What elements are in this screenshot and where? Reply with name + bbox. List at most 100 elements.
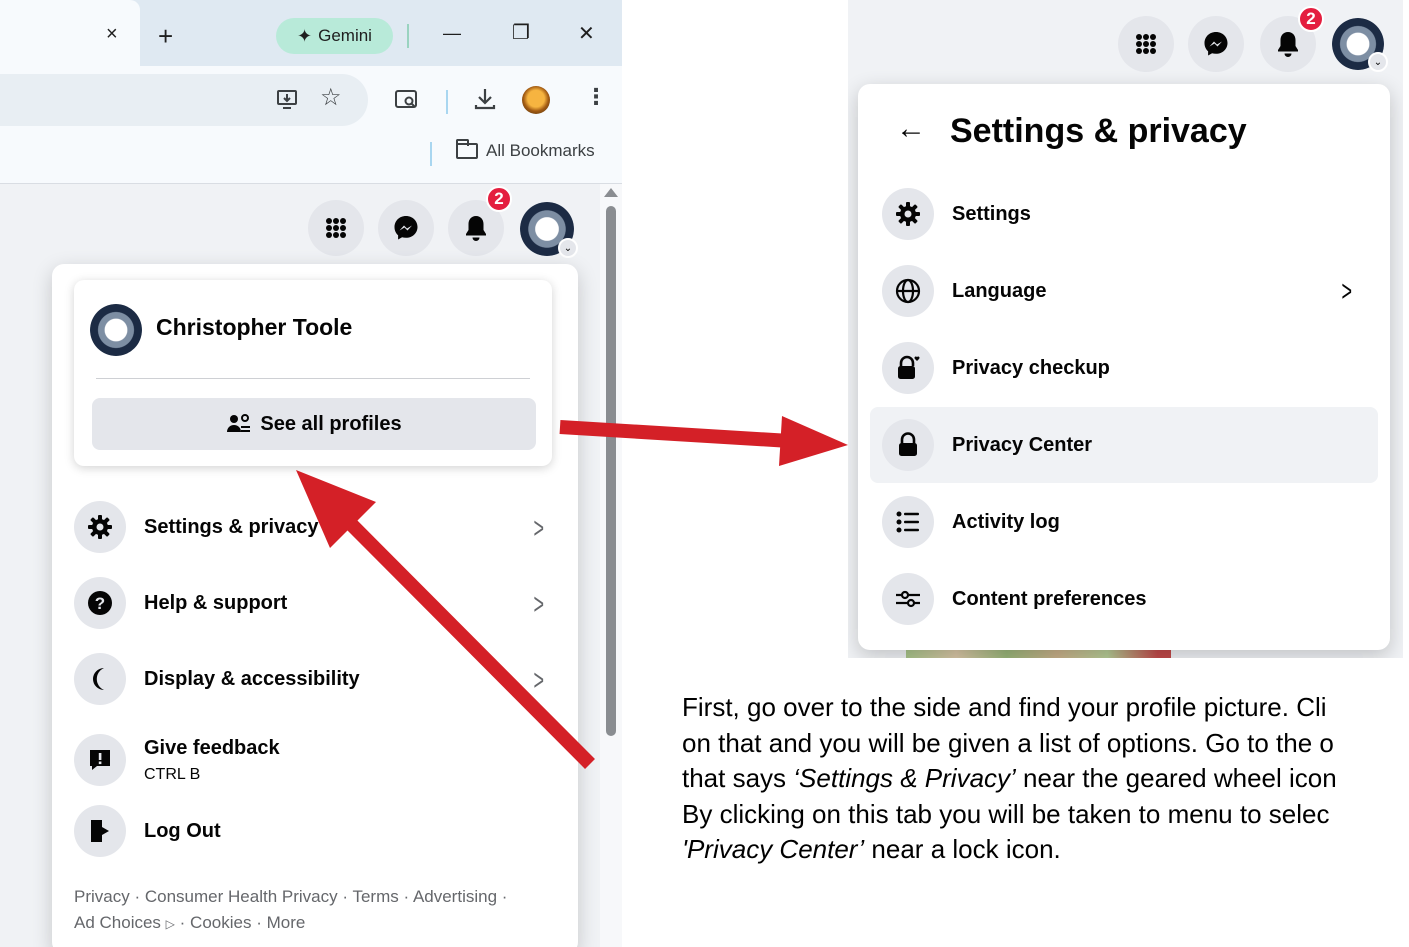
profile-avatar[interactable]: ⌄	[1332, 18, 1388, 72]
scroll-up-arrow-icon[interactable]	[604, 188, 618, 197]
separator: ·	[403, 887, 410, 906]
ad-choices-icon: ▷	[165, 917, 175, 931]
caption-text: near a lock icon.	[864, 834, 1061, 864]
settings-item-language[interactable]: Language >	[870, 253, 1378, 329]
gear-icon	[882, 188, 934, 240]
window-close-icon[interactable]: ✕	[578, 24, 595, 44]
divider	[430, 142, 432, 166]
settings-item-activity-log[interactable]: Activity log	[870, 484, 1378, 560]
bookmark-star-icon[interactable]: ☆	[320, 86, 342, 110]
reading-mode-icon[interactable]	[394, 88, 420, 116]
footer-links: Privacy · Consumer Health Privacy · Term…	[74, 884, 560, 937]
menu-grid-button[interactable]	[308, 200, 364, 256]
scrollbar[interactable]	[600, 184, 622, 947]
notification-badge: 2	[486, 186, 512, 212]
bell-icon	[1278, 32, 1298, 57]
lock-heart-icon	[882, 342, 934, 394]
right-screenshot: 2 ⌄ ← Settings & privacy Settings Langua…	[848, 0, 1403, 658]
chevron-right-icon: >	[1341, 275, 1353, 308]
menu-item-label: Give feedback CTRL B	[144, 737, 280, 784]
menu-item-log-out[interactable]: Log Out	[74, 800, 556, 862]
download-icon[interactable]	[472, 86, 498, 116]
settings-privacy-panel: ← Settings & privacy Settings Language >…	[858, 84, 1390, 650]
footer-link-consumer-health[interactable]: Consumer Health Privacy	[145, 887, 338, 906]
folder-icon	[456, 139, 478, 159]
messenger-button[interactable]	[378, 200, 434, 256]
footer-link-ad-choices[interactable]: Ad Choices	[74, 913, 161, 932]
caption-line: First, go over to the side and find your…	[682, 692, 1327, 722]
profile-card: Christopher Toole See all profiles	[74, 280, 552, 466]
globe-icon	[882, 265, 934, 317]
tab-close-icon[interactable]: ×	[106, 24, 118, 44]
logout-icon	[74, 805, 126, 857]
footer-link-cookies[interactable]: Cookies	[190, 913, 251, 932]
profile-avatar-icon[interactable]	[522, 86, 550, 114]
settings-item-content-preferences[interactable]: Content preferences	[870, 561, 1378, 637]
grid-icon	[1136, 34, 1156, 54]
chevron-right-icon: >	[533, 588, 545, 621]
menu-item-give-feedback[interactable]: Give feedback CTRL B	[74, 724, 556, 796]
panel-title: Settings & privacy	[950, 112, 1247, 150]
all-bookmarks[interactable]: All Bookmarks	[456, 139, 595, 161]
account-menu: Christopher Toole See all profiles Setti…	[52, 264, 578, 947]
profile-avatar[interactable]: ⌄	[520, 202, 578, 258]
divider	[446, 90, 448, 114]
gemini-button[interactable]: ✦ Gemini	[276, 18, 393, 54]
give-feedback-label: Give feedback	[144, 736, 280, 759]
menu-item-label: Display & accessibility	[144, 667, 360, 690]
menu-item-settings-privacy[interactable]: Settings & privacy >	[74, 496, 556, 558]
minimize-icon[interactable]: —	[443, 24, 461, 42]
more-menu-icon[interactable]: ⋮	[585, 86, 607, 108]
separator: ·	[342, 887, 349, 906]
moon-icon	[74, 653, 126, 705]
grid-icon	[326, 218, 346, 238]
see-all-profiles-button[interactable]: See all profiles	[92, 398, 536, 450]
separator: ·	[179, 913, 186, 932]
install-app-icon[interactable]	[276, 88, 300, 116]
sparkle-icon: ✦	[297, 25, 313, 46]
browser-tab-bar: × + ✦ Gemini — ❐ ✕	[0, 0, 622, 66]
bell-icon	[466, 216, 486, 241]
caption-text: near the geared wheel icon	[1015, 763, 1337, 793]
instruction-caption: First, go over to the side and find your…	[682, 690, 1409, 870]
settings-item-settings[interactable]: Settings	[870, 176, 1378, 252]
profiles-icon	[227, 414, 251, 432]
left-screenshot: × + ✦ Gemini — ❐ ✕ ☆ ⋮ All Bookmarks 2 ⌄…	[0, 0, 622, 947]
profile-avatar[interactable]	[90, 304, 142, 356]
footer-link-advertising[interactable]: Advertising	[413, 887, 497, 906]
menu-grid-button[interactable]	[1118, 16, 1174, 72]
menu-item-label: Settings & privacy	[144, 515, 319, 538]
menu-item-display-accessibility[interactable]: Display & accessibility >	[74, 648, 556, 710]
caption-line: that says ‘Settings & Privacy’ near the …	[682, 761, 1409, 797]
settings-item-label: Settings	[952, 202, 1031, 225]
scroll-thumb[interactable]	[606, 206, 616, 736]
chevron-right-icon: >	[533, 512, 545, 545]
lock-icon	[882, 419, 934, 471]
gear-icon	[74, 501, 126, 553]
back-arrow-icon[interactable]: ←	[896, 114, 926, 144]
list-icon	[882, 496, 934, 548]
settings-item-privacy-checkup[interactable]: Privacy checkup	[870, 330, 1378, 406]
divider	[96, 378, 530, 379]
messenger-icon	[394, 216, 418, 240]
profile-name[interactable]: Christopher Toole	[156, 314, 352, 341]
caption-line: on that and you will be given a list of …	[682, 727, 1334, 758]
gemini-label: Gemini	[318, 26, 372, 45]
see-all-profiles-label: See all profiles	[260, 412, 402, 435]
footer-link-terms[interactable]: Terms	[352, 887, 398, 906]
separator: ·	[134, 887, 141, 906]
address-bar[interactable]: ☆	[0, 74, 368, 126]
messenger-button[interactable]	[1188, 16, 1244, 72]
active-tab[interactable]	[0, 0, 140, 66]
chevron-down-icon: ⌄	[1368, 52, 1388, 72]
footer-link-more[interactable]: More	[267, 913, 306, 932]
caption-emphasis: 'Privacy Center’	[682, 834, 865, 864]
restore-icon[interactable]: ❐	[512, 23, 530, 43]
menu-item-help-support[interactable]: ? Help & support >	[74, 572, 556, 634]
caption-text: that says	[682, 763, 794, 793]
caption-line: By clicking on this tab you will be take…	[682, 798, 1330, 829]
new-tab-icon[interactable]: +	[158, 23, 173, 49]
footer-link-privacy[interactable]: Privacy	[74, 887, 130, 906]
settings-item-label: Language	[952, 279, 1047, 302]
settings-item-privacy-center[interactable]: Privacy Center	[870, 407, 1378, 483]
